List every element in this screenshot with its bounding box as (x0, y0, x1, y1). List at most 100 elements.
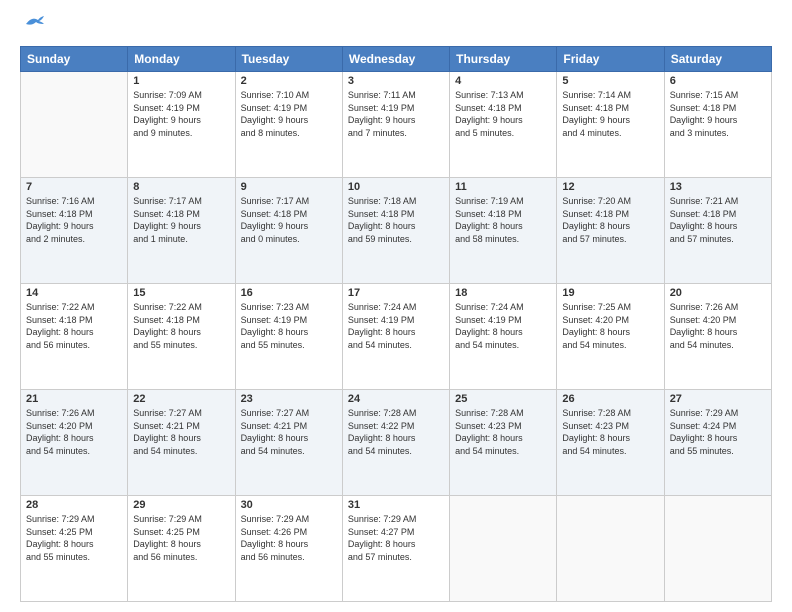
calendar-header-friday: Friday (557, 47, 664, 72)
calendar-cell (664, 496, 771, 602)
calendar-cell: 5 Sunrise: 7:14 AM Sunset: 4:18 PM Daylig… (557, 72, 664, 178)
day-number: 21 (26, 393, 122, 405)
day-number: 31 (348, 499, 444, 511)
calendar-cell: 11 Sunrise: 7:19 AM Sunset: 4:18 PM Dayli… (450, 178, 557, 284)
calendar-cell: 29 Sunrise: 7:29 AM Sunset: 4:25 PM Dayli… (128, 496, 235, 602)
calendar-cell: 2Sunrise: 7:10 AM Sunset: 4:19 PM Daylig… (235, 72, 342, 178)
calendar-cell: 24Sunrise: 7:28 AM Sunset: 4:22 PM Dayli… (342, 390, 449, 496)
calendar-week-row: 14 Sunrise: 7:22 AM Sunset: 4:18 PM Dayli… (21, 284, 772, 390)
day-number: 15 (133, 287, 229, 299)
cell-info: Sunrise: 7:24 AM Sunset: 4:19 PM Dayligh… (455, 301, 551, 351)
day-number: 9 (241, 181, 337, 193)
calendar-cell: 31 Sunrise: 7:29 AM Sunset: 4:27 PM Dayli… (342, 496, 449, 602)
cell-info: Sunrise: 7:28 AM Sunset: 4:23 PM Dayligh… (455, 407, 551, 457)
day-number: 8 (133, 181, 229, 193)
calendar-header-monday: Monday (128, 47, 235, 72)
calendar-cell: 25Sunrise: 7:28 AM Sunset: 4:23 PM Dayli… (450, 390, 557, 496)
day-number: 20 (670, 287, 766, 299)
cell-info: Sunrise: 7:27 AM Sunset: 4:21 PM Dayligh… (133, 407, 229, 457)
day-number: 5 (562, 75, 658, 87)
day-number: 10 (348, 181, 444, 193)
calendar-cell: 17 Sunrise: 7:24 AM Sunset: 4:19 PM Dayli… (342, 284, 449, 390)
cell-info: Sunrise: 7:21 AM Sunset: 4:18 PM Dayligh… (670, 195, 766, 245)
cell-info: Sunrise: 7:19 AM Sunset: 4:18 PM Dayligh… (455, 195, 551, 245)
calendar-header-wednesday: Wednesday (342, 47, 449, 72)
calendar-cell: 26 Sunrise: 7:28 AM Sunset: 4:23 PM Dayli… (557, 390, 664, 496)
cell-info: Sunrise: 7:28 AM Sunset: 4:23 PM Dayligh… (562, 407, 658, 457)
day-number: 4 (455, 75, 551, 87)
calendar-header-row: SundayMondayTuesdayWednesdayThursdayFrid… (21, 47, 772, 72)
calendar-table: SundayMondayTuesdayWednesdayThursdayFrid… (20, 46, 772, 602)
calendar-cell: 1Sunrise: 7:09 AM Sunset: 4:19 PM Daylig… (128, 72, 235, 178)
logo (20, 16, 46, 40)
day-number: 29 (133, 499, 229, 511)
calendar-cell: 14 Sunrise: 7:22 AM Sunset: 4:18 PM Dayli… (21, 284, 128, 390)
calendar-cell: 18 Sunrise: 7:24 AM Sunset: 4:19 PM Dayli… (450, 284, 557, 390)
calendar-cell: 15 Sunrise: 7:22 AM Sunset: 4:18 PM Dayli… (128, 284, 235, 390)
calendar-header-saturday: Saturday (664, 47, 771, 72)
day-number: 17 (348, 287, 444, 299)
cell-info: Sunrise: 7:13 AM Sunset: 4:18 PM Dayligh… (455, 89, 551, 139)
day-number: 16 (241, 287, 337, 299)
calendar-cell: 8 Sunrise: 7:17 AM Sunset: 4:18 PM Daylig… (128, 178, 235, 284)
day-number: 18 (455, 287, 551, 299)
cell-info: Sunrise: 7:15 AM Sunset: 4:18 PM Dayligh… (670, 89, 766, 139)
calendar-cell: 30Sunrise: 7:29 AM Sunset: 4:26 PM Dayli… (235, 496, 342, 602)
cell-info: Sunrise: 7:17 AM Sunset: 4:18 PM Dayligh… (133, 195, 229, 245)
calendar-cell (21, 72, 128, 178)
cell-info: Sunrise: 7:20 AM Sunset: 4:18 PM Dayligh… (562, 195, 658, 245)
calendar-week-row: 28 Sunrise: 7:29 AM Sunset: 4:25 PM Dayli… (21, 496, 772, 602)
calendar-cell: 19 Sunrise: 7:25 AM Sunset: 4:20 PM Dayli… (557, 284, 664, 390)
cell-info: Sunrise: 7:11 AM Sunset: 4:19 PM Dayligh… (348, 89, 444, 139)
day-number: 7 (26, 181, 122, 193)
day-number: 28 (26, 499, 122, 511)
calendar-week-row: 7Sunrise: 7:16 AM Sunset: 4:18 PM Daylig… (21, 178, 772, 284)
cell-info: Sunrise: 7:14 AM Sunset: 4:18 PM Dayligh… (562, 89, 658, 139)
calendar-cell: 21Sunrise: 7:26 AM Sunset: 4:20 PM Dayli… (21, 390, 128, 496)
cell-info: Sunrise: 7:26 AM Sunset: 4:20 PM Dayligh… (670, 301, 766, 351)
calendar-cell: 9 Sunrise: 7:17 AM Sunset: 4:18 PM Daylig… (235, 178, 342, 284)
calendar-cell: 13 Sunrise: 7:21 AM Sunset: 4:18 PM Dayli… (664, 178, 771, 284)
calendar-cell: 27 Sunrise: 7:29 AM Sunset: 4:24 PM Dayli… (664, 390, 771, 496)
cell-info: Sunrise: 7:29 AM Sunset: 4:25 PM Dayligh… (26, 513, 122, 563)
cell-info: Sunrise: 7:24 AM Sunset: 4:19 PM Dayligh… (348, 301, 444, 351)
calendar-cell: 3Sunrise: 7:11 AM Sunset: 4:19 PM Daylig… (342, 72, 449, 178)
cell-info: Sunrise: 7:22 AM Sunset: 4:18 PM Dayligh… (133, 301, 229, 351)
cell-info: Sunrise: 7:22 AM Sunset: 4:18 PM Dayligh… (26, 301, 122, 351)
calendar-header-tuesday: Tuesday (235, 47, 342, 72)
calendar-cell: 10 Sunrise: 7:18 AM Sunset: 4:18 PM Dayli… (342, 178, 449, 284)
cell-info: Sunrise: 7:29 AM Sunset: 4:26 PM Dayligh… (241, 513, 337, 563)
calendar-header-thursday: Thursday (450, 47, 557, 72)
cell-info: Sunrise: 7:25 AM Sunset: 4:20 PM Dayligh… (562, 301, 658, 351)
calendar-cell: 6 Sunrise: 7:15 AM Sunset: 4:18 PM Daylig… (664, 72, 771, 178)
calendar-week-row: 21Sunrise: 7:26 AM Sunset: 4:20 PM Dayli… (21, 390, 772, 496)
day-number: 14 (26, 287, 122, 299)
calendar-cell (450, 496, 557, 602)
calendar-cell: 22 Sunrise: 7:27 AM Sunset: 4:21 PM Dayli… (128, 390, 235, 496)
day-number: 19 (562, 287, 658, 299)
header (20, 16, 772, 40)
day-number: 12 (562, 181, 658, 193)
cell-info: Sunrise: 7:27 AM Sunset: 4:21 PM Dayligh… (241, 407, 337, 457)
calendar-cell: 28 Sunrise: 7:29 AM Sunset: 4:25 PM Dayli… (21, 496, 128, 602)
day-number: 13 (670, 181, 766, 193)
logo-bird-icon (24, 14, 46, 32)
day-number: 27 (670, 393, 766, 405)
cell-info: Sunrise: 7:29 AM Sunset: 4:25 PM Dayligh… (133, 513, 229, 563)
day-number: 11 (455, 181, 551, 193)
cell-info: Sunrise: 7:17 AM Sunset: 4:18 PM Dayligh… (241, 195, 337, 245)
calendar-cell: 7Sunrise: 7:16 AM Sunset: 4:18 PM Daylig… (21, 178, 128, 284)
cell-info: Sunrise: 7:29 AM Sunset: 4:24 PM Dayligh… (670, 407, 766, 457)
day-number: 1 (133, 75, 229, 87)
day-number: 6 (670, 75, 766, 87)
calendar-header-sunday: Sunday (21, 47, 128, 72)
calendar-week-row: 1Sunrise: 7:09 AM Sunset: 4:19 PM Daylig… (21, 72, 772, 178)
cell-info: Sunrise: 7:18 AM Sunset: 4:18 PM Dayligh… (348, 195, 444, 245)
calendar-cell: 16 Sunrise: 7:23 AM Sunset: 4:19 PM Dayli… (235, 284, 342, 390)
cell-info: Sunrise: 7:10 AM Sunset: 4:19 PM Dayligh… (241, 89, 337, 139)
day-number: 26 (562, 393, 658, 405)
cell-info: Sunrise: 7:29 AM Sunset: 4:27 PM Dayligh… (348, 513, 444, 563)
calendar-cell: 12 Sunrise: 7:20 AM Sunset: 4:18 PM Dayli… (557, 178, 664, 284)
day-number: 22 (133, 393, 229, 405)
cell-info: Sunrise: 7:23 AM Sunset: 4:19 PM Dayligh… (241, 301, 337, 351)
